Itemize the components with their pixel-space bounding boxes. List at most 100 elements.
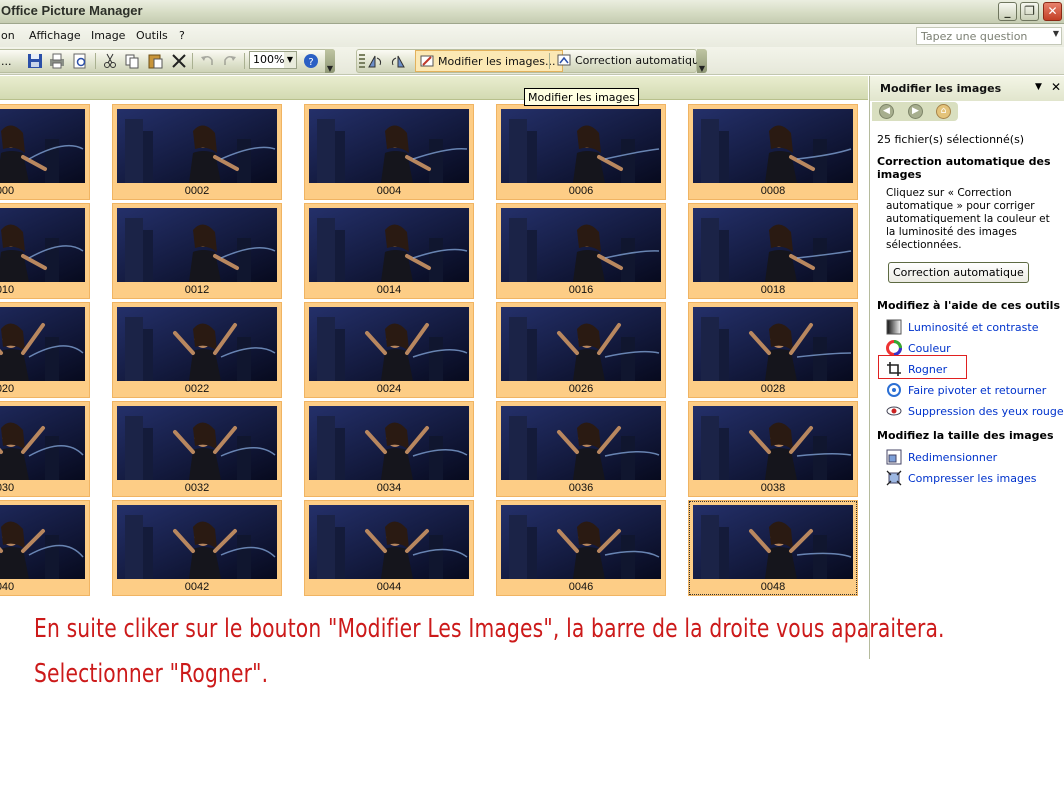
- menu-item-help[interactable]: ?: [179, 29, 185, 42]
- menu-item-file[interactable]: on: [1, 29, 15, 42]
- edit-images-button[interactable]: Modifier les images...: [415, 50, 563, 72]
- rotate-left-icon[interactable]: [366, 52, 384, 70]
- thumbnail-item[interactable]: 0012: [112, 203, 282, 299]
- crop-icon[interactable]: [886, 361, 902, 377]
- thumbnail-image[interactable]: [501, 208, 661, 282]
- color-icon[interactable]: [886, 340, 902, 356]
- tool-link-resize[interactable]: Redimensionner: [908, 451, 997, 464]
- thumbnail-image[interactable]: [309, 307, 469, 381]
- redo-icon[interactable]: [221, 52, 239, 70]
- thumbnail-item[interactable]: 0028: [688, 302, 858, 398]
- thumbnail-image[interactable]: [501, 406, 661, 480]
- chevron-down-icon[interactable]: ▼: [1053, 29, 1059, 38]
- thumbnail-item[interactable]: 0032: [112, 401, 282, 497]
- thumbnail-item[interactable]: 0042: [112, 500, 282, 596]
- toolbar-options-icon[interactable]: ▼: [325, 49, 335, 73]
- thumbnail-item[interactable]: 000: [0, 104, 90, 200]
- thumbnail-item[interactable]: 0048: [688, 500, 858, 596]
- menu-item-affichage[interactable]: Affichage: [29, 29, 81, 42]
- print-preview-icon[interactable]: [71, 52, 89, 70]
- thumbnail-item[interactable]: 040: [0, 500, 90, 596]
- thumbnail-image[interactable]: [693, 505, 853, 579]
- paste-icon[interactable]: [146, 52, 164, 70]
- thumbnail-image[interactable]: [309, 208, 469, 282]
- toolbar-overflow-label[interactable]: ...: [1, 55, 12, 68]
- resize-icon[interactable]: [886, 449, 902, 465]
- rotate-icon[interactable]: [886, 382, 902, 398]
- toolbar-grip[interactable]: [359, 54, 365, 68]
- tool-link-color[interactable]: Couleur: [908, 342, 951, 355]
- maximize-button[interactable]: ❐: [1020, 2, 1039, 21]
- thumbnail-image[interactable]: [0, 505, 85, 579]
- delete-icon[interactable]: [170, 52, 188, 70]
- chevron-down-icon[interactable]: ▼: [1035, 82, 1042, 92]
- thumbnail-item[interactable]: 0034: [304, 401, 474, 497]
- thumbnail-item[interactable]: 0022: [112, 302, 282, 398]
- brightness-icon[interactable]: [886, 319, 902, 335]
- tool-link-brightness[interactable]: Luminosité et contraste: [908, 321, 1038, 334]
- home-icon[interactable]: ⌂: [936, 104, 951, 119]
- auto-correct-button[interactable]: Correction automatique: [888, 262, 1029, 283]
- title-bar[interactable]: Office Picture Manager _ ❐ ✕: [0, 0, 1064, 24]
- chevron-down-icon[interactable]: ▼: [284, 52, 296, 68]
- auto-correct-toolbar-button[interactable]: Correction automatique: [553, 50, 712, 72]
- compress-icon[interactable]: [886, 470, 902, 486]
- tool-link-crop[interactable]: Rogner: [908, 363, 947, 376]
- toolbar-options-icon[interactable]: ▼: [697, 49, 707, 73]
- thumbnail-item[interactable]: 0004: [304, 104, 474, 200]
- thumbnail-image[interactable]: [117, 307, 277, 381]
- thumbnail-image[interactable]: [117, 505, 277, 579]
- thumbnail-item[interactable]: 0038: [688, 401, 858, 497]
- thumbnail-image[interactable]: [693, 208, 853, 282]
- zoom-select[interactable]: 100% ▼: [249, 51, 297, 69]
- thumbnail-item[interactable]: 0036: [496, 401, 666, 497]
- thumbnail-image[interactable]: [0, 109, 85, 183]
- back-icon[interactable]: ◀: [879, 104, 894, 119]
- thumbnail-item[interactable]: 0016: [496, 203, 666, 299]
- thumbnail-image[interactable]: [501, 505, 661, 579]
- tool-link-rotate[interactable]: Faire pivoter et retourner: [908, 384, 1046, 397]
- thumbnail-item[interactable]: 0014: [304, 203, 474, 299]
- thumbnail-item[interactable]: 0018: [688, 203, 858, 299]
- thumbnail-image[interactable]: [309, 505, 469, 579]
- menu-item-outils[interactable]: Outils: [136, 29, 168, 42]
- ask-question-input[interactable]: Tapez une question ▼: [916, 27, 1062, 45]
- thumbnail-item[interactable]: 0046: [496, 500, 666, 596]
- thumbnail-item[interactable]: 0026: [496, 302, 666, 398]
- thumbnail-item[interactable]: 010: [0, 203, 90, 299]
- thumbnail-image[interactable]: [693, 109, 853, 183]
- save-icon[interactable]: [26, 52, 44, 70]
- thumbnail-image[interactable]: [309, 406, 469, 480]
- undo-icon[interactable]: [198, 52, 216, 70]
- thumbnail-image[interactable]: [0, 406, 85, 480]
- print-icon[interactable]: [48, 52, 66, 70]
- thumbnail-image[interactable]: [117, 109, 277, 183]
- thumbnail-item[interactable]: 020: [0, 302, 90, 398]
- tool-link-red-eye[interactable]: Suppression des yeux rouges: [908, 405, 1064, 418]
- cut-icon[interactable]: [101, 52, 119, 70]
- menu-item-image[interactable]: Image: [91, 29, 125, 42]
- thumbnail-image[interactable]: [501, 109, 661, 183]
- thumbnail-image[interactable]: [501, 307, 661, 381]
- thumbnail-item[interactable]: 0008: [688, 104, 858, 200]
- thumbnail-image[interactable]: [117, 406, 277, 480]
- thumbnail-image[interactable]: [309, 109, 469, 183]
- close-button[interactable]: ✕: [1043, 2, 1062, 21]
- thumbnail-image[interactable]: [117, 208, 277, 282]
- thumbnail-image[interactable]: [0, 208, 85, 282]
- thumbnail-item[interactable]: 030: [0, 401, 90, 497]
- thumbnail-item[interactable]: 0044: [304, 500, 474, 596]
- forward-icon[interactable]: ▶: [908, 104, 923, 119]
- thumbnail-item[interactable]: 0002: [112, 104, 282, 200]
- minimize-button[interactable]: _: [998, 2, 1017, 21]
- help-icon[interactable]: ?: [302, 52, 320, 70]
- thumbnail-image[interactable]: [693, 307, 853, 381]
- thumbnail-item[interactable]: 0024: [304, 302, 474, 398]
- rotate-right-icon[interactable]: [389, 52, 407, 70]
- copy-icon[interactable]: [123, 52, 141, 70]
- thumbnail-image[interactable]: [0, 307, 85, 381]
- red-eye-icon[interactable]: [886, 403, 902, 419]
- thumbnail-item[interactable]: 0006: [496, 104, 666, 200]
- tool-link-compress[interactable]: Compresser les images: [908, 472, 1036, 485]
- thumbnail-image[interactable]: [693, 406, 853, 480]
